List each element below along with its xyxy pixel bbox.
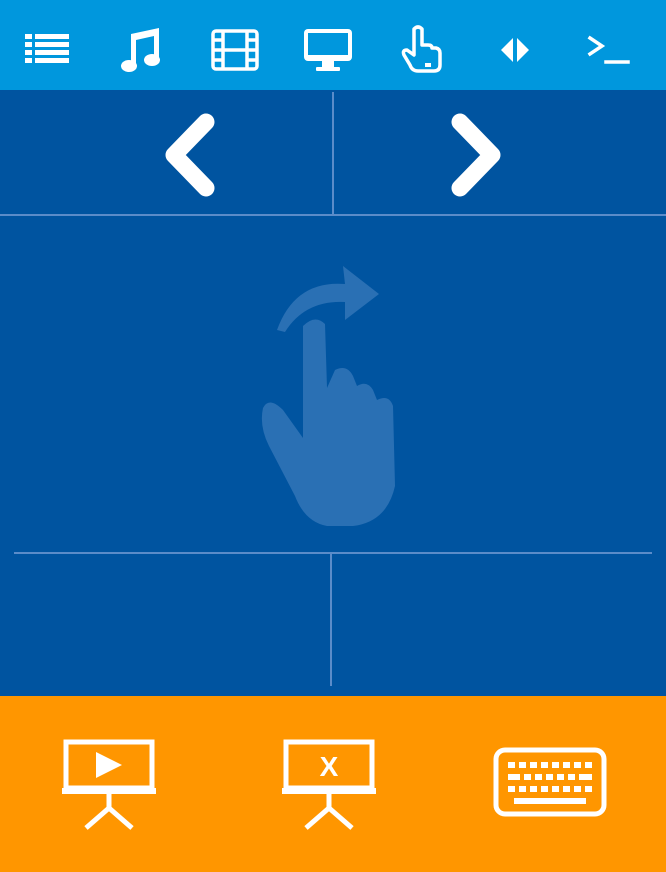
keyboard-icon (493, 747, 607, 817)
music-icon[interactable] (113, 22, 169, 78)
swipe-hand-icon (261, 266, 395, 526)
left-click-zone[interactable] (0, 554, 330, 696)
presentation-start-button[interactable] (60, 736, 160, 830)
chevron-left-icon (165, 113, 215, 197)
close-glyph: X (320, 751, 339, 782)
presentation-start-icon (62, 739, 156, 830)
next-zone[interactable] (334, 90, 666, 214)
divider-horizontal-top (0, 214, 666, 216)
divider-vertical-top (332, 92, 334, 214)
right-click-zone[interactable] (332, 554, 666, 696)
touchpad-area[interactable] (0, 90, 666, 696)
presentation-close-button[interactable]: X (280, 736, 380, 830)
bottom-toolbar: X (0, 696, 666, 872)
presentation-close-icon: X (282, 739, 376, 830)
film-icon[interactable] (207, 22, 263, 78)
terminal-icon[interactable] (580, 22, 636, 78)
chevron-right-icon (451, 113, 501, 197)
monitor-icon[interactable] (300, 22, 356, 78)
list-icon[interactable] (20, 22, 76, 78)
previous-zone[interactable] (0, 90, 332, 214)
top-toolbar (0, 0, 666, 90)
touch-hand-icon[interactable] (394, 22, 450, 78)
left-right-arrows-icon[interactable] (487, 22, 543, 78)
keyboard-button[interactable] (492, 746, 610, 820)
